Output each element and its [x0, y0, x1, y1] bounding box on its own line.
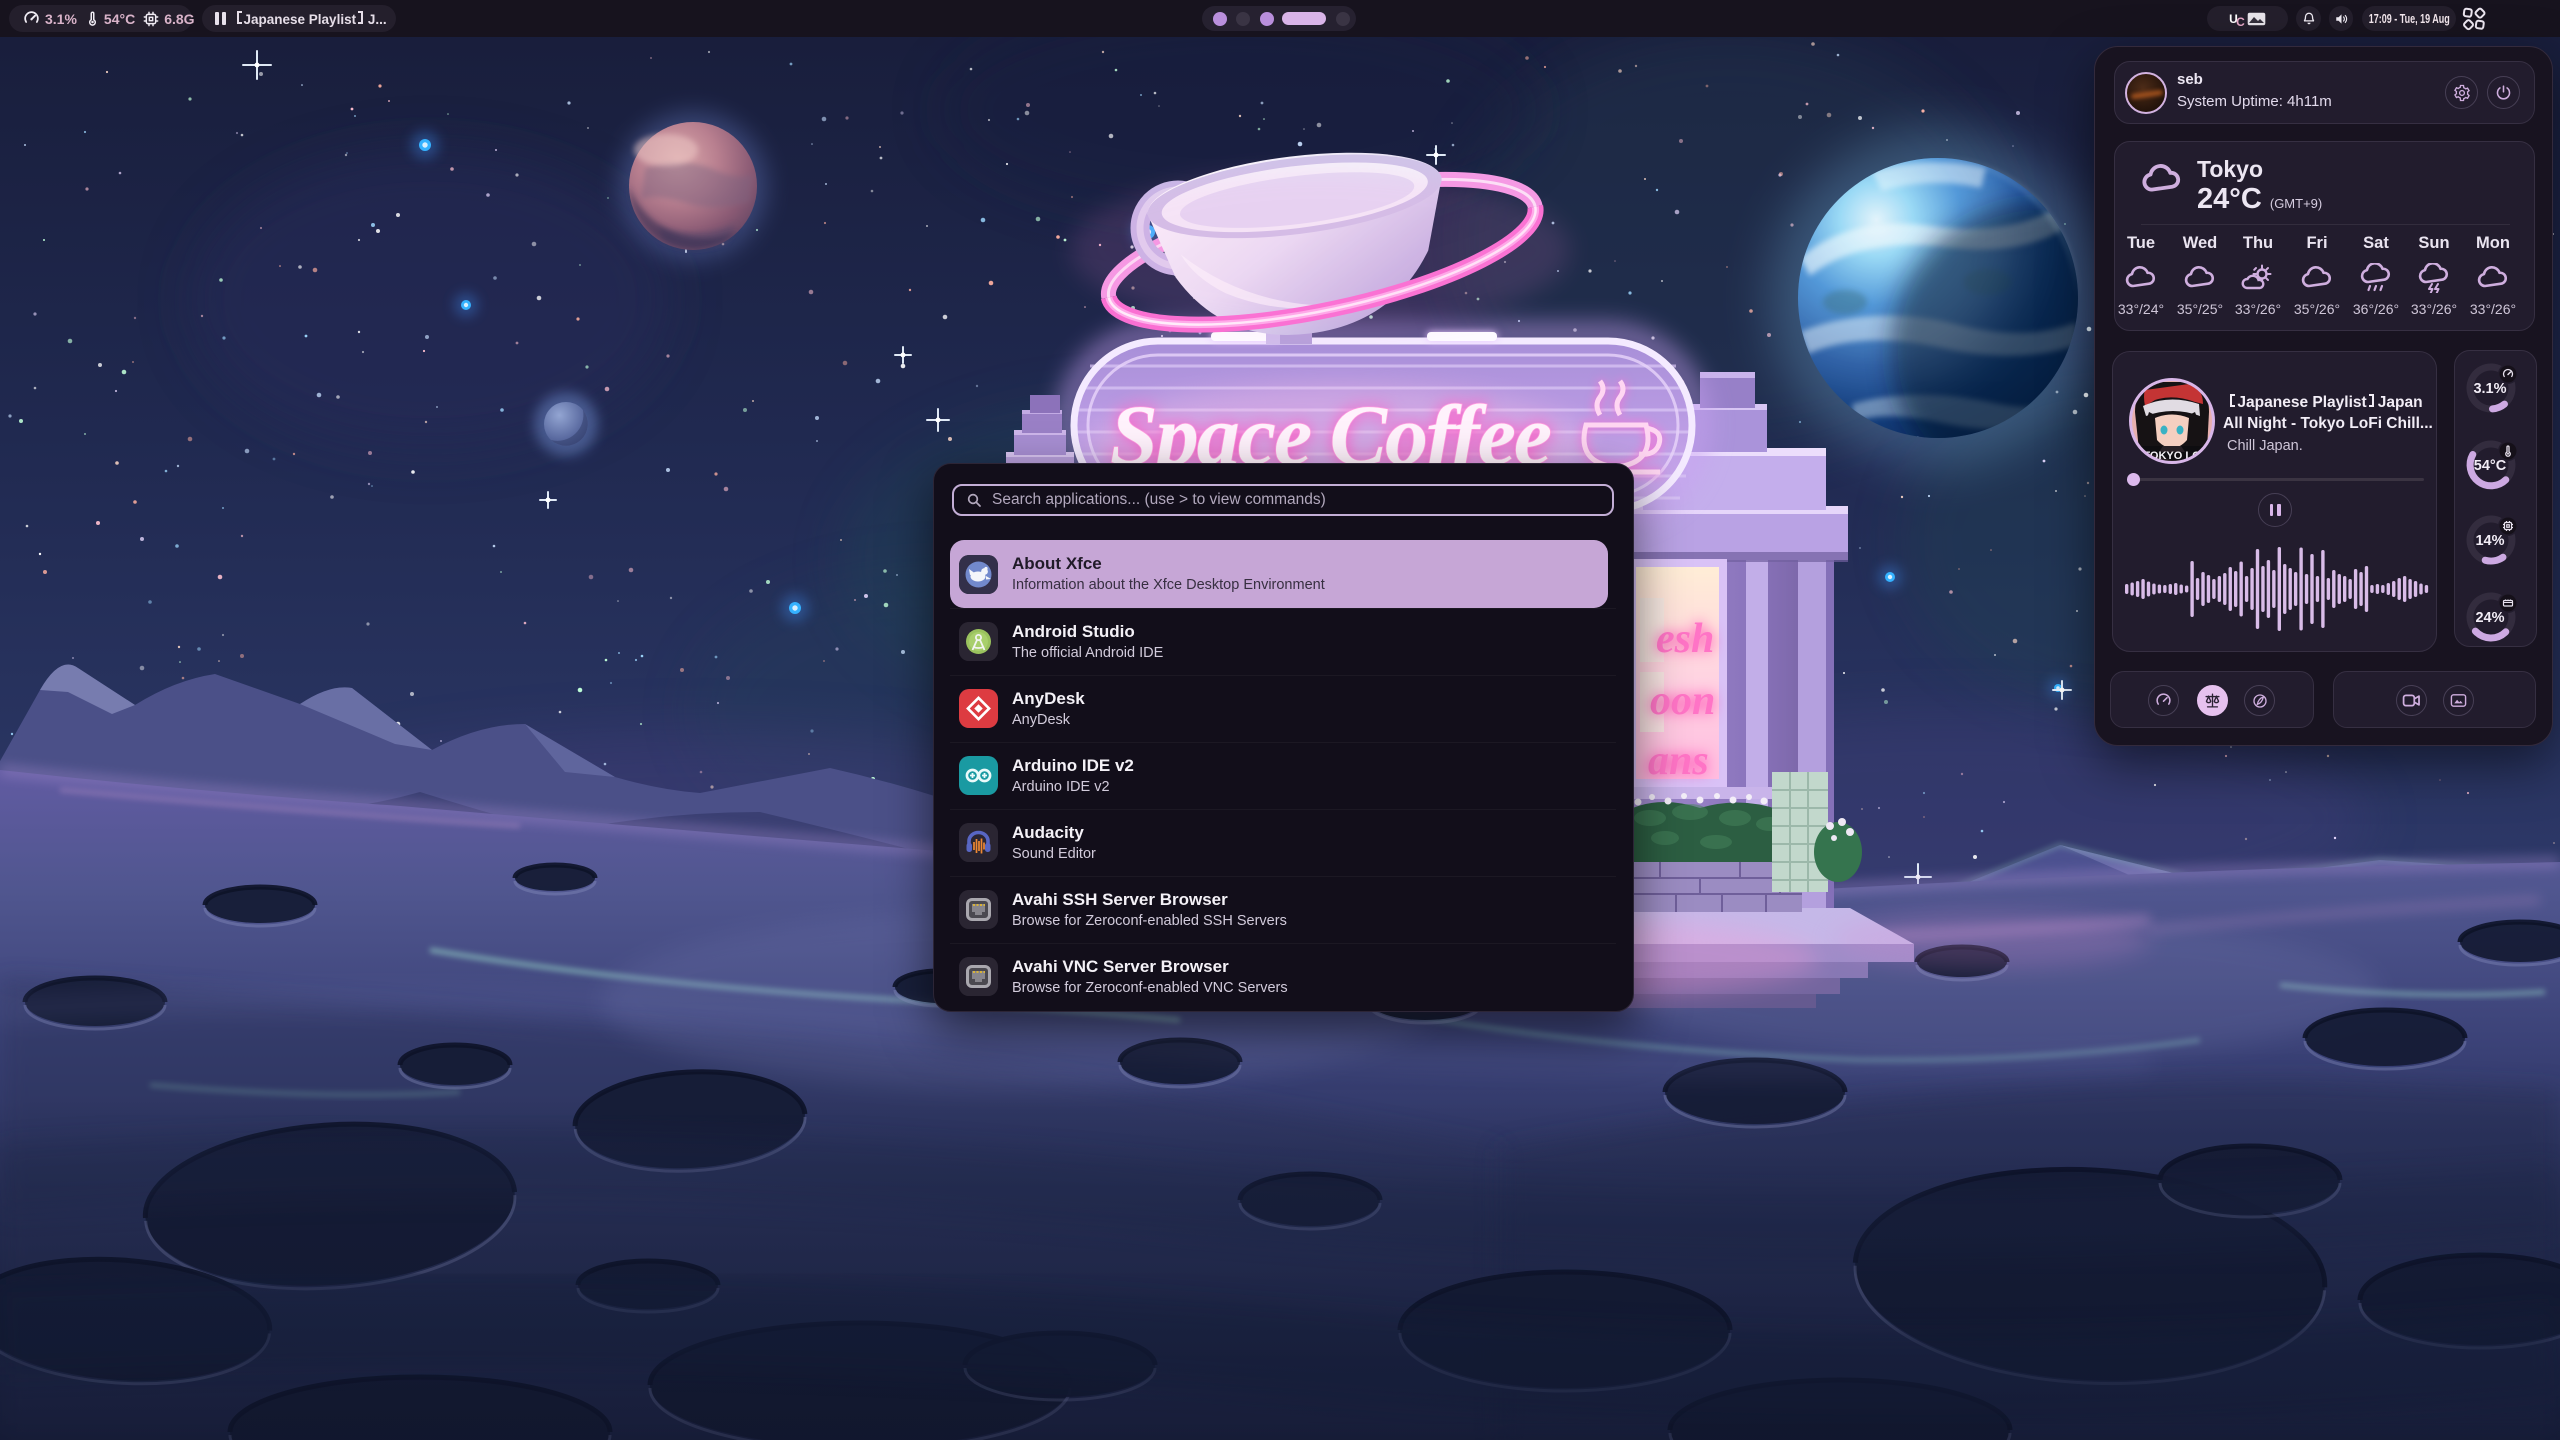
svg-text:54°C: 54°C: [2474, 458, 2507, 474]
svg-text:3.1%: 3.1%: [2473, 381, 2506, 397]
svg-text:esh: esh: [1656, 616, 1714, 662]
svg-text:ans: ans: [1648, 738, 1709, 784]
svg-text:oon: oon: [1650, 678, 1715, 724]
svg-text:24%: 24%: [2475, 610, 2504, 626]
svg-text:14%: 14%: [2475, 533, 2504, 549]
